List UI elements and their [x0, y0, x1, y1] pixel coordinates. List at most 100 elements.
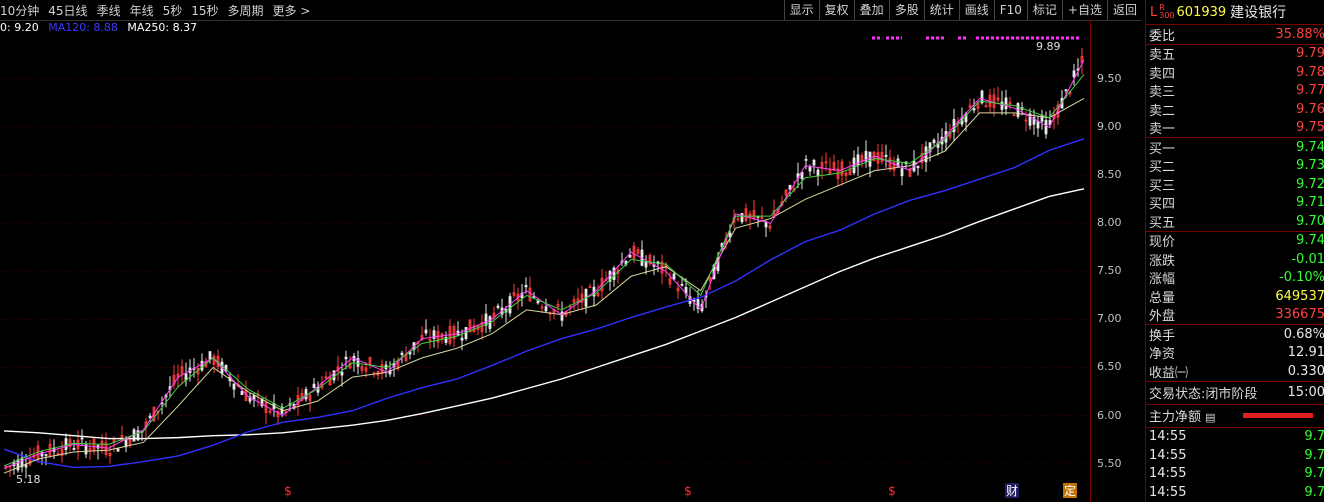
quote-row: 总量 649537: [1146, 287, 1324, 306]
candle-body: [972, 108, 976, 111]
tick-row: 14:55 9.7: [1146, 465, 1324, 484]
main-force-row[interactable]: 主力净额 ▤: [1146, 403, 1324, 427]
ask-row: 卖五 9.79: [1146, 45, 1324, 63]
candle-body: [804, 158, 808, 161]
candle-body: [740, 213, 744, 223]
candle-body: [208, 351, 212, 360]
quote-label: 涨跌: [1149, 253, 1176, 269]
overlay-button[interactable]: 叠加: [853, 0, 889, 20]
quote-value: -0.10%: [1279, 270, 1324, 286]
axis-tick-label: 6.50: [1097, 360, 1122, 374]
tick-time: 14:55: [1149, 484, 1187, 500]
f10-button[interactable]: F10: [993, 0, 1027, 20]
ask-row: 卖二 9.76: [1146, 100, 1324, 119]
candle-body: [808, 166, 812, 172]
candle-body: [1072, 70, 1076, 78]
tick-row: 14:55 9.7: [1146, 428, 1324, 447]
period-45day[interactable]: 45日线: [48, 2, 87, 19]
add-watchlist-button[interactable]: +自选: [1061, 0, 1107, 20]
candle-body: [900, 168, 904, 177]
candle-body: [1064, 89, 1068, 92]
period-quarter[interactable]: 季线: [97, 2, 121, 19]
candle-body: [232, 383, 236, 390]
ask-value: 9.77: [1296, 83, 1324, 99]
quote-value: 9.74: [1296, 233, 1324, 249]
high-price-label: 9.89: [1036, 40, 1061, 53]
adjust-button[interactable]: 复权: [818, 0, 854, 20]
candle-body: [312, 383, 316, 389]
stats-row: 净资 12.91: [1146, 344, 1324, 363]
axis-tick-label: 8.50: [1097, 168, 1122, 182]
candle-body: [424, 329, 428, 334]
ask-book: 卖五 9.79 卖四 9.78 卖三 9.77 卖二 9.76 卖一 9.75: [1146, 45, 1324, 138]
period-year[interactable]: 年线: [130, 2, 154, 19]
quote-row: 现价 9.74: [1146, 232, 1324, 250]
candle-body: [1036, 120, 1040, 129]
candle-body: [304, 389, 308, 400]
multi-stock-button[interactable]: 多股: [888, 0, 924, 20]
bid-row: 买一 9.74: [1146, 138, 1324, 157]
quote-label: 总量: [1149, 290, 1176, 306]
candle-body: [524, 284, 528, 288]
candle-body: [680, 284, 684, 286]
status-time: 15:00: [1287, 385, 1324, 400]
candle-body: [1044, 120, 1048, 135]
main-force-text: 主力净额: [1149, 410, 1202, 425]
tick-time: 14:55: [1149, 466, 1187, 482]
ma-legend: 0: 9.20 MA120: 8.88 MA250: 8.37: [0, 21, 203, 36]
stock-title: L R 300 601939 建设银行: [1146, 0, 1324, 25]
ma-lines: [3, 59, 1085, 474]
candle-body: [116, 448, 120, 452]
draw-button[interactable]: 画线: [958, 0, 994, 20]
list-icon[interactable]: ▤: [1205, 411, 1215, 424]
stats-button[interactable]: 统计: [923, 0, 959, 20]
ask-row: 卖一 9.75: [1146, 119, 1324, 138]
candle-body: [536, 300, 540, 304]
period-multi[interactable]: 多周期: [228, 2, 264, 19]
kline-chart[interactable]: $ $ $ 财 定 9.89 5.18: [0, 36, 1090, 502]
period-5sec[interactable]: 5秒: [163, 2, 183, 19]
event-marker-3: 财: [1006, 484, 1018, 498]
quote-label: 外盘: [1149, 309, 1176, 325]
back-button[interactable]: 返回: [1106, 0, 1142, 20]
stats-row: 换手 0.68%: [1146, 325, 1324, 344]
quote-block: 现价 9.74 涨跌 -0.01 涨幅 -0.10% 总量 649537 外盘 336675: [1146, 232, 1324, 325]
stock-flag: L: [1150, 4, 1158, 20]
ask-value: 9.75: [1296, 120, 1324, 136]
period-more[interactable]: 更多 >: [273, 2, 311, 19]
bid-value: 9.73: [1296, 158, 1324, 174]
candle-body: [64, 438, 68, 450]
event-marker-1: $: [684, 484, 692, 498]
candle-body: [932, 139, 936, 144]
stock-name: 建设银行: [1230, 5, 1287, 21]
candle-body: [884, 154, 888, 157]
bid-value: 9.70: [1296, 213, 1324, 229]
main-force-label: 主力净额 ▤: [1149, 406, 1216, 425]
tick-row: 14:55 9.7: [1146, 483, 1324, 502]
mark-button[interactable]: 标记: [1026, 0, 1062, 20]
stats-value: 12.91: [1287, 345, 1324, 361]
candle-body: [812, 159, 816, 166]
axis-tick-label: 6.00: [1097, 408, 1122, 422]
candle-body: [544, 306, 548, 312]
period-15sec[interactable]: 15秒: [191, 2, 218, 19]
chart-toolbar: 10分钟 45日线 季线 年线 5秒 15秒 多周期 更多 > 显示 复权 叠加…: [0, 0, 1142, 21]
event-marker-2: $: [888, 484, 896, 498]
ma-legend-0: 0: 9.20: [0, 21, 39, 34]
stats-label: 净资: [1149, 347, 1176, 363]
stock-tag: R 300: [1159, 4, 1174, 20]
tick-time: 14:55: [1149, 447, 1187, 463]
quote-row: 涨跌 -0.01: [1146, 250, 1324, 269]
candle-body: [340, 371, 344, 376]
bid-row: 买三 9.72: [1146, 175, 1324, 194]
quote-value: 649537: [1275, 288, 1324, 304]
period-10min[interactable]: 10分钟: [0, 2, 39, 19]
tick-row: 14:55 9.7: [1146, 446, 1324, 465]
ask-value: 9.79: [1296, 46, 1324, 62]
ask-value: 9.78: [1296, 64, 1324, 80]
display-button[interactable]: 显示: [783, 0, 819, 20]
candle-body: [788, 184, 792, 190]
ma-legend-ma250: MA250: 8.37: [127, 21, 198, 34]
status-value: 闭市阶段: [1205, 387, 1258, 402]
ask-label: 卖一: [1149, 122, 1176, 138]
